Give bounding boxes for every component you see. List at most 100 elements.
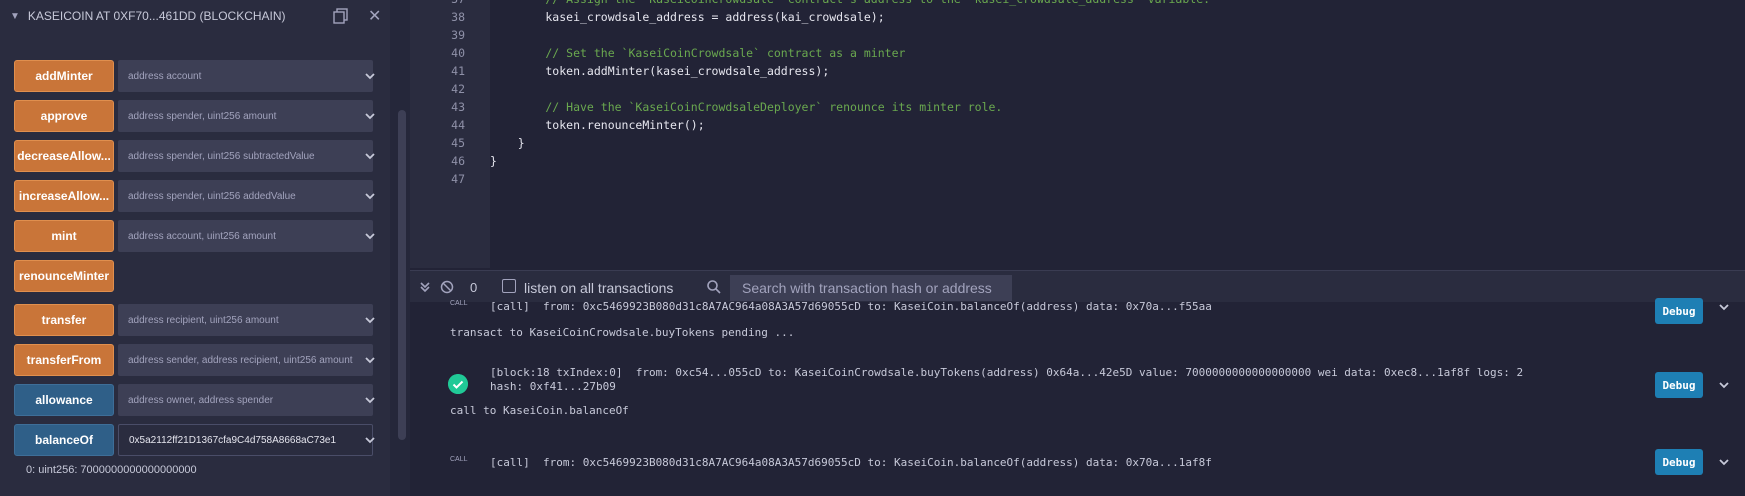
chevron-down-icon[interactable] — [363, 149, 377, 163]
debug-button[interactable]: Debug — [1655, 372, 1703, 398]
line-number: 45 — [451, 136, 465, 150]
approve-input[interactable]: address spender, uint256 amount — [118, 100, 373, 132]
chevron-down-icon[interactable] — [1717, 378, 1731, 392]
clear-icon[interactable] — [440, 280, 454, 294]
chevron-down-icon[interactable]: ▼ — [10, 11, 20, 22]
chevron-down-icon[interactable] — [1717, 455, 1731, 469]
contract-title: KASEICOIN AT 0XF70...461DD (BLOCKCHAIN) — [27, 9, 286, 23]
code-text[interactable]: } — [490, 154, 497, 168]
chevron-down-icon[interactable] — [363, 229, 377, 243]
increaseAllowance-button[interactable]: increaseAllow... — [14, 180, 114, 212]
code-text[interactable]: token.addMinter(kasei_crowdsale_address)… — [490, 64, 829, 78]
function-row-balanceOf: balanceOf 0x5a2112ff21D1367cfa9C4d758A86… — [14, 424, 384, 456]
code-line: 42 — [410, 82, 1745, 100]
chevron-down-icon[interactable] — [1717, 300, 1731, 314]
balanceOf-button[interactable]: balanceOf — [14, 424, 114, 456]
line-number: 43 — [451, 100, 465, 114]
decreaseAllowance-input[interactable]: address spender, uint256 subtractedValue — [118, 140, 373, 172]
log-call-2[interactable]: [call] from: 0xc5469923B080d31c8A7AC964a… — [490, 456, 1212, 469]
renounceMinter-button[interactable]: renounceMinter — [14, 260, 114, 292]
chevron-down-icon[interactable] — [363, 189, 377, 203]
search-input[interactable] — [730, 275, 1012, 301]
code-text[interactable]: // Assign the `KaseiCoinCrowdsale` contr… — [490, 0, 1210, 6]
chevron-down-icon[interactable] — [363, 353, 377, 367]
line-number: 46 — [451, 154, 465, 168]
chevron-down-icon[interactable] — [363, 69, 377, 83]
function-row-transferFrom: transferFrom address sender, address rec… — [14, 344, 384, 376]
line-number: 41 — [451, 64, 465, 78]
code-line: 37 // Assign the `KaseiCoinCrowdsale` co… — [410, 0, 1745, 10]
search-icon — [707, 280, 721, 294]
code-editor[interactable]: 37 // Assign the `KaseiCoinCrowdsale` co… — [410, 0, 1745, 268]
log-call-1[interactable]: [call] from: 0xc5469923B080d31c8A7AC964a… — [490, 300, 1212, 313]
close-icon[interactable]: ✕ — [368, 6, 381, 26]
code-text[interactable]: token.renounceMinter(); — [490, 118, 704, 132]
code-line: 47 — [410, 172, 1745, 190]
scrollbar[interactable] — [398, 110, 406, 440]
code-text[interactable]: // Set the `KaseiCoinCrowdsale` contract… — [490, 46, 905, 60]
contract-header[interactable]: ▼ KASEICOIN AT 0XF70...461DD (BLOCKCHAIN… — [0, 0, 390, 32]
code-line: 44 token.renounceMinter(); — [410, 118, 1745, 136]
decreaseAllowance-button[interactable]: decreaseAllow... — [14, 140, 114, 172]
chevron-down-icon[interactable] — [363, 393, 377, 407]
approve-button[interactable]: approve — [14, 100, 114, 132]
copy-icon[interactable] — [333, 8, 349, 24]
function-row-allowance: allowance address owner, address spender — [14, 384, 384, 416]
balanceOf-input[interactable]: 0x5a2112ff21D1367cfa9C4d758A8668aC73e1 — [118, 424, 373, 456]
log-call-to: call to KaseiCoin.balanceOf — [450, 404, 629, 417]
double-chevron-down-icon[interactable] — [418, 280, 432, 294]
code-text[interactable]: } — [490, 136, 525, 150]
line-number: 38 — [451, 10, 465, 24]
listen-checkbox[interactable] — [502, 279, 516, 293]
allowance-button[interactable]: allowance — [14, 384, 114, 416]
transfer-button[interactable]: transfer — [14, 304, 114, 336]
terminal-output: CALL [call] from: 0xc5469923B080d31c8A7A… — [410, 298, 1745, 496]
line-number: 42 — [451, 82, 465, 96]
deployed-contract-panel: ▼ KASEICOIN AT 0XF70...461DD (BLOCKCHAIN… — [0, 0, 390, 496]
mint-input[interactable]: address account, uint256 amount — [118, 220, 373, 252]
code-text[interactable]: kasei_crowdsale_address = address(kai_cr… — [490, 10, 884, 24]
line-number: 47 — [451, 172, 465, 186]
function-row-transfer: transfer address recipient, uint256 amou… — [14, 304, 384, 336]
success-check-icon — [448, 374, 468, 394]
terminal-toolbar: 0 listen on all transactions — [410, 270, 1745, 302]
chevron-down-icon[interactable] — [363, 109, 377, 123]
debug-button[interactable]: Debug — [1655, 449, 1703, 475]
code-line: 39 — [410, 28, 1745, 46]
mint-button[interactable]: mint — [14, 220, 114, 252]
function-row-increaseAllowance: increaseAllow... address spender, uint25… — [14, 180, 384, 212]
function-row-addMinter: addMinter address account — [14, 60, 384, 92]
code-text[interactable]: // Have the `KaseiCoinCrowdsaleDeployer`… — [490, 100, 1002, 114]
allowance-input[interactable]: address owner, address spender — [118, 384, 373, 416]
code-line: 38 kasei_crowdsale_address = address(kai… — [410, 10, 1745, 28]
call-tag: CALL — [450, 456, 468, 463]
code-line: 40 // Set the `KaseiCoinCrowdsale` contr… — [410, 46, 1745, 64]
line-number: 40 — [451, 46, 465, 60]
transferFrom-button[interactable]: transferFrom — [14, 344, 114, 376]
log-block[interactable]: [block:18 txIndex:0] from: 0xc54...055cD… — [490, 366, 1523, 379]
addMinter-input[interactable]: address account — [118, 60, 373, 92]
chevron-down-icon[interactable] — [363, 433, 377, 447]
code-line: 43 // Have the `KaseiCoinCrowdsaleDeploy… — [410, 100, 1745, 118]
log-pending: transact to KaseiCoinCrowdsale.buyTokens… — [450, 326, 795, 339]
code-line: 46} — [410, 154, 1745, 172]
code-line: 45 } — [410, 136, 1745, 154]
pending-count: 0 — [470, 280, 478, 295]
addMinter-button[interactable]: addMinter — [14, 60, 114, 92]
function-row-renounceMinter: renounceMinter — [14, 260, 384, 292]
call-tag: CALL — [450, 300, 468, 307]
chevron-down-icon[interactable] — [363, 313, 377, 327]
listen-label: listen on all transactions — [524, 280, 674, 296]
transferFrom-input[interactable]: address sender, address recipient, uint2… — [118, 344, 373, 376]
debug-button[interactable]: Debug — [1655, 298, 1703, 324]
line-number: 44 — [451, 118, 465, 132]
code-line: 41 token.addMinter(kasei_crowdsale_addre… — [410, 64, 1745, 82]
line-number: 39 — [451, 28, 465, 42]
increaseAllowance-input[interactable]: address spender, uint256 addedValue — [118, 180, 373, 212]
line-number: 37 — [410, 0, 465, 6]
remix-ide: ▼ KASEICOIN AT 0XF70...461DD (BLOCKCHAIN… — [0, 0, 1745, 496]
function-row-approve: approve address spender, uint256 amount — [14, 100, 384, 132]
transfer-input[interactable]: address recipient, uint256 amount — [118, 304, 373, 336]
function-row-mint: mint address account, uint256 amount — [14, 220, 384, 252]
log-block-hash: hash: 0xf41...27b09 — [490, 380, 616, 393]
